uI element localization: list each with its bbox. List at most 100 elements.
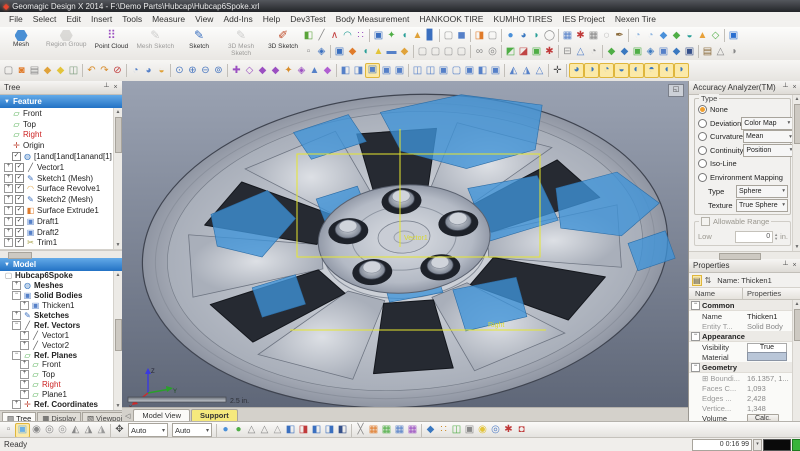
expand-icon[interactable]: + bbox=[20, 380, 29, 389]
boxgreen-icon[interactable]: ◩ bbox=[504, 45, 517, 59]
sphere2-icon[interactable]: ◕ bbox=[517, 29, 530, 43]
body2-icon[interactable]: ▢ bbox=[429, 45, 442, 59]
expand-icon[interactable]: + bbox=[4, 228, 13, 237]
pin-icon[interactable]: ┴ bbox=[781, 262, 790, 269]
checkbox-checked-icon[interactable]: ✓ bbox=[15, 238, 24, 247]
collapse-icon[interactable]: − bbox=[691, 332, 700, 341]
property-group-geometry[interactable]: −Geometry bbox=[689, 362, 800, 373]
radio-curvature[interactable]: CurvatureMean▾ bbox=[698, 130, 788, 144]
body-view3-icon[interactable]: ▣ bbox=[437, 64, 450, 78]
facet2-icon[interactable]: △ bbox=[258, 423, 271, 437]
checkbox-checked-icon[interactable]: ✓ bbox=[15, 174, 24, 183]
pair-icon[interactable]: ◫ bbox=[450, 423, 463, 437]
pin-icon[interactable]: ┴ bbox=[781, 84, 790, 91]
menu-add-ins[interactable]: Add-Ins bbox=[218, 12, 257, 27]
chart-icon[interactable]: ▊ bbox=[424, 29, 437, 43]
menu-edit[interactable]: Edit bbox=[61, 12, 86, 27]
tree-item-draft1[interactable]: +✓▣Draft1 bbox=[0, 216, 122, 227]
checkbox-checked-icon[interactable]: ✓ bbox=[15, 184, 24, 193]
record-icon[interactable]: ◘ bbox=[515, 423, 528, 437]
list-icon[interactable]: ⊟ bbox=[561, 45, 574, 59]
analyzer-hscrollbar[interactable] bbox=[689, 251, 800, 259]
export-icon[interactable]: ◫ bbox=[67, 64, 80, 78]
split-icon[interactable]: ◨ bbox=[473, 29, 486, 43]
spinner-icon[interactable]: ▲▼ bbox=[774, 233, 778, 241]
expand-icon[interactable]: + bbox=[4, 163, 13, 172]
menu-nexen-tire[interactable]: Nexen Tire bbox=[610, 12, 661, 27]
zoom-fit-icon[interactable]: ⊚ bbox=[212, 64, 225, 78]
cube-icon[interactable]: ◼ bbox=[455, 29, 468, 43]
bulb-icon[interactable]: ◉ bbox=[476, 423, 489, 437]
tree-item-sketches[interactable]: +✎Sketches bbox=[0, 311, 122, 321]
target-icon[interactable]: ◎ bbox=[486, 45, 499, 59]
menu-hankook-tire[interactable]: HANKOOK TIRE bbox=[414, 12, 488, 27]
allowable-range-checkbox[interactable] bbox=[701, 217, 710, 226]
clock-icon[interactable]: ◔ bbox=[587, 45, 600, 59]
close-icon[interactable]: × bbox=[790, 84, 799, 91]
gem2-icon[interactable]: ◆ bbox=[321, 64, 334, 78]
lasso2-icon[interactable]: ◎ bbox=[43, 423, 56, 437]
tree-item-vector2[interactable]: +╱Vector2 bbox=[0, 340, 122, 350]
cube-dark-icon[interactable]: ▣ bbox=[683, 45, 696, 59]
column-name[interactable]: Name bbox=[689, 288, 743, 299]
expand-icon[interactable]: + bbox=[12, 311, 21, 320]
sofa-icon[interactable]: ▬ bbox=[385, 45, 398, 59]
expand-icon[interactable]: + bbox=[20, 331, 29, 340]
cone-icon[interactable]: ▲ bbox=[411, 29, 424, 43]
tree-item-hubcap6spoke[interactable]: ▢Hubcap6Spoke bbox=[0, 271, 122, 281]
tree-item-front[interactable]: ▱Front bbox=[0, 108, 122, 119]
radio-none[interactable]: None bbox=[698, 103, 788, 117]
radio-icon[interactable] bbox=[698, 105, 707, 114]
tree-item-ref-vectors[interactable]: −╱Ref. Vectors bbox=[0, 320, 122, 330]
checkbox-checked-icon[interactable]: ✓ bbox=[12, 152, 21, 161]
zoom-in-icon[interactable]: ⊕ bbox=[186, 64, 199, 78]
menu-measure[interactable]: Measure bbox=[147, 12, 190, 27]
mesh-grid-icon[interactable]: ▦ bbox=[587, 29, 600, 43]
tree-item-sketch1-mesh[interactable]: +✓✎Sketch1 (Mesh) bbox=[0, 173, 122, 184]
measure-icon[interactable]: ✛ bbox=[551, 64, 564, 78]
body-view7-icon[interactable]: ▣ bbox=[489, 64, 502, 78]
ribbon-button-3d-sketch[interactable]: ✐3D Sketch bbox=[262, 27, 304, 60]
body-view1-icon[interactable]: ◫ bbox=[411, 64, 424, 78]
cube-x2-icon[interactable]: ◆ bbox=[618, 45, 631, 59]
burst-icon[interactable]: ✱ bbox=[543, 45, 556, 59]
feature-tree-hscrollbar[interactable] bbox=[0, 250, 122, 258]
shell-icon[interactable]: ◒ bbox=[683, 29, 696, 43]
expand-icon[interactable]: + bbox=[20, 370, 29, 379]
dotted-circle-icon[interactable]: ◌ bbox=[600, 29, 613, 43]
boxgreen2-icon[interactable]: ▣ bbox=[530, 45, 543, 59]
viewport-maximize-icon[interactable]: ◱ bbox=[668, 84, 684, 97]
collapse-icon[interactable]: − bbox=[691, 363, 700, 372]
tree-item-ref-planes[interactable]: −▱Ref. Planes bbox=[0, 350, 122, 360]
pin-icon[interactable]: ┴ bbox=[102, 84, 111, 91]
menu-view[interactable]: View bbox=[190, 12, 218, 27]
analyzer4-icon[interactable]: ◒ bbox=[614, 63, 629, 78]
expand-icon[interactable]: + bbox=[4, 206, 13, 215]
circle-icon[interactable]: ◯ bbox=[543, 29, 556, 43]
paint3-icon[interactable]: ◮ bbox=[95, 423, 108, 437]
body3-icon[interactable]: ▢ bbox=[442, 45, 455, 59]
expand-icon[interactable]: − bbox=[12, 291, 21, 300]
tree-item-sketch2-mesh[interactable]: +✓✎Sketch2 (Mesh) bbox=[0, 194, 122, 205]
redo-icon[interactable]: ↷ bbox=[98, 64, 111, 78]
radio-icon[interactable] bbox=[698, 173, 707, 182]
tree-item-vector1[interactable]: +✓╱Vector1 bbox=[0, 162, 122, 173]
clip5-icon[interactable]: ◧ bbox=[336, 423, 349, 437]
expand-icon[interactable]: + bbox=[4, 217, 13, 226]
expand-icon[interactable]: + bbox=[20, 390, 29, 399]
select-icon[interactable]: ▫ bbox=[302, 45, 315, 59]
tree-item-top[interactable]: ▱Top bbox=[0, 119, 122, 130]
menu-dev3test[interactable]: Dev3Test bbox=[285, 12, 330, 27]
window-icon[interactable]: ▢ bbox=[442, 29, 455, 43]
radio-continuity[interactable]: ContinuityPosition▾ bbox=[698, 144, 788, 158]
lasso3-icon[interactable]: ◎ bbox=[56, 423, 69, 437]
view3-icon[interactable]: ◒ bbox=[155, 64, 168, 78]
analyzer8-icon[interactable]: ◗ bbox=[674, 63, 689, 78]
expand-icon[interactable]: − bbox=[12, 351, 21, 360]
drop2-icon[interactable]: ◆ bbox=[670, 29, 683, 43]
ribbon-button-sketch[interactable]: ✎Sketch bbox=[178, 27, 220, 60]
cube-plain-icon[interactable]: ▣ bbox=[657, 45, 670, 59]
tree-item-plane1[interactable]: +▱Plane1 bbox=[0, 390, 122, 400]
shade-icon[interactable]: ● bbox=[219, 423, 232, 437]
wing-icon[interactable]: ✦ bbox=[385, 29, 398, 43]
